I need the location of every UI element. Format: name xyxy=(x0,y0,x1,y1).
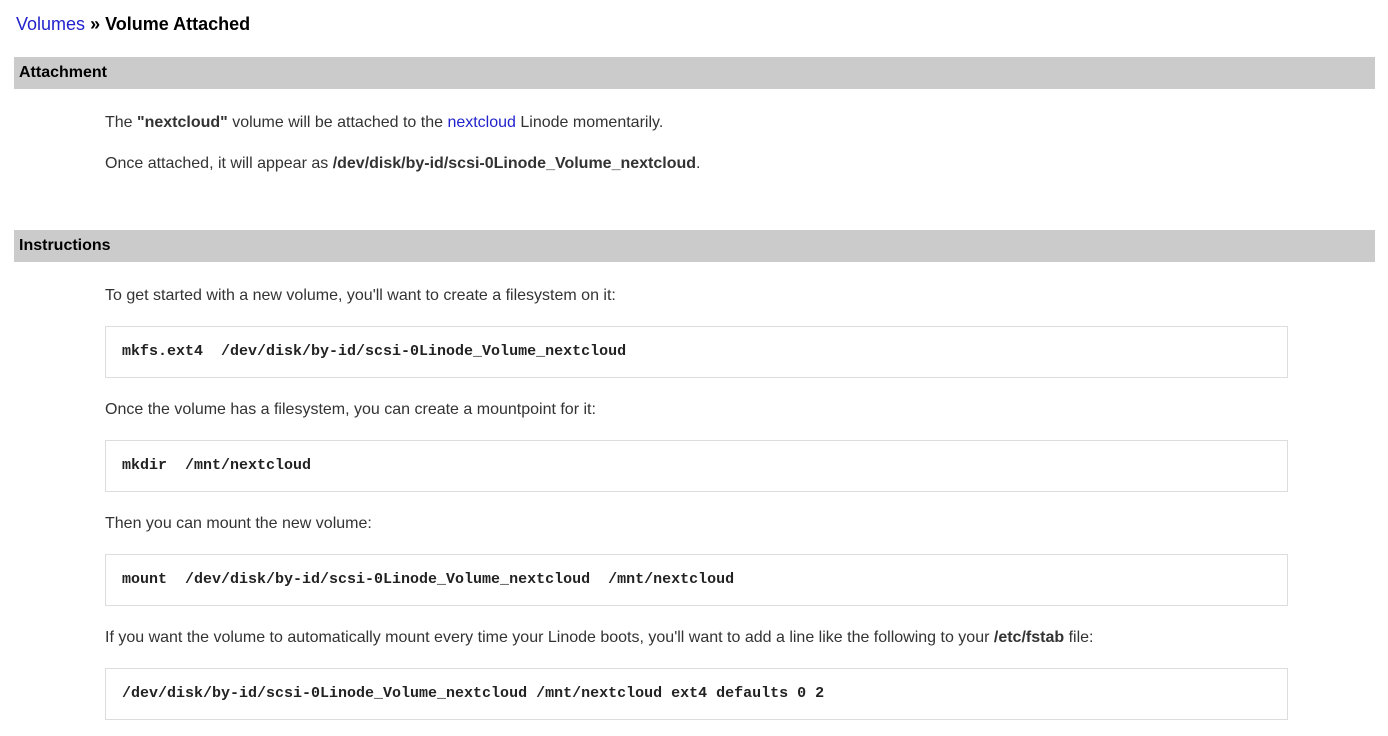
step3-text: Then you can mount the new volume: xyxy=(105,514,1358,533)
fstab-path: /etc/fstab xyxy=(994,629,1064,646)
nextcloud-linode-link[interactable]: nextcloud xyxy=(447,114,516,131)
device-path-message-text: . xyxy=(696,155,700,172)
instructions-section-title: Instructions xyxy=(19,237,111,254)
attachment-message: The "nextcloud" volume will be attached … xyxy=(105,113,1358,132)
device-path: /dev/disk/by-id/scsi-0Linode_Volume_next… xyxy=(333,155,696,172)
mount-command-code-block: mount /dev/disk/by-id/scsi-0Linode_Volum… xyxy=(105,554,1288,606)
fstab-line-code-block: /dev/disk/by-id/scsi-0Linode_Volume_next… xyxy=(105,668,1288,720)
attachment-message-text: The xyxy=(105,114,137,131)
attachment-message-text: Linode momentarily. xyxy=(516,114,663,131)
page-title: Volume Attached xyxy=(105,14,250,34)
step4-text: If you want the volume to automatically … xyxy=(105,628,1358,647)
device-path-message-text: Once attached, it will appear as xyxy=(105,155,333,172)
attachment-section-body: The "nextcloud" volume will be attached … xyxy=(105,113,1358,173)
volume-attached-page: Volumes » Volume Attached Attachment The… xyxy=(0,0,1388,736)
device-path-message: Once attached, it will appear as /dev/di… xyxy=(105,154,1358,173)
step2-text: Once the volume has a filesystem, you ca… xyxy=(105,400,1358,419)
step4-text-part: file: xyxy=(1064,629,1093,646)
step1-text: To get started with a new volume, you'll… xyxy=(105,286,1358,305)
attachment-message-text: volume will be attached to the xyxy=(228,114,448,131)
breadcrumb: Volumes » Volume Attached xyxy=(16,13,1388,35)
attachment-section-header: Attachment xyxy=(14,57,1375,89)
volumes-breadcrumb-link[interactable]: Volumes xyxy=(16,14,85,34)
instructions-section-body: To get started with a new volume, you'll… xyxy=(105,286,1358,720)
instructions-section-header: Instructions xyxy=(14,230,1375,262)
attachment-section-title: Attachment xyxy=(19,64,107,81)
breadcrumb-separator: » xyxy=(90,14,100,34)
mkdir-command-code-block: mkdir /mnt/nextcloud xyxy=(105,440,1288,492)
mkfs-command-code-block: mkfs.ext4 /dev/disk/by-id/scsi-0Linode_V… xyxy=(105,326,1288,378)
volume-name: "nextcloud" xyxy=(137,114,228,131)
step4-text-part: If you want the volume to automatically … xyxy=(105,629,994,646)
